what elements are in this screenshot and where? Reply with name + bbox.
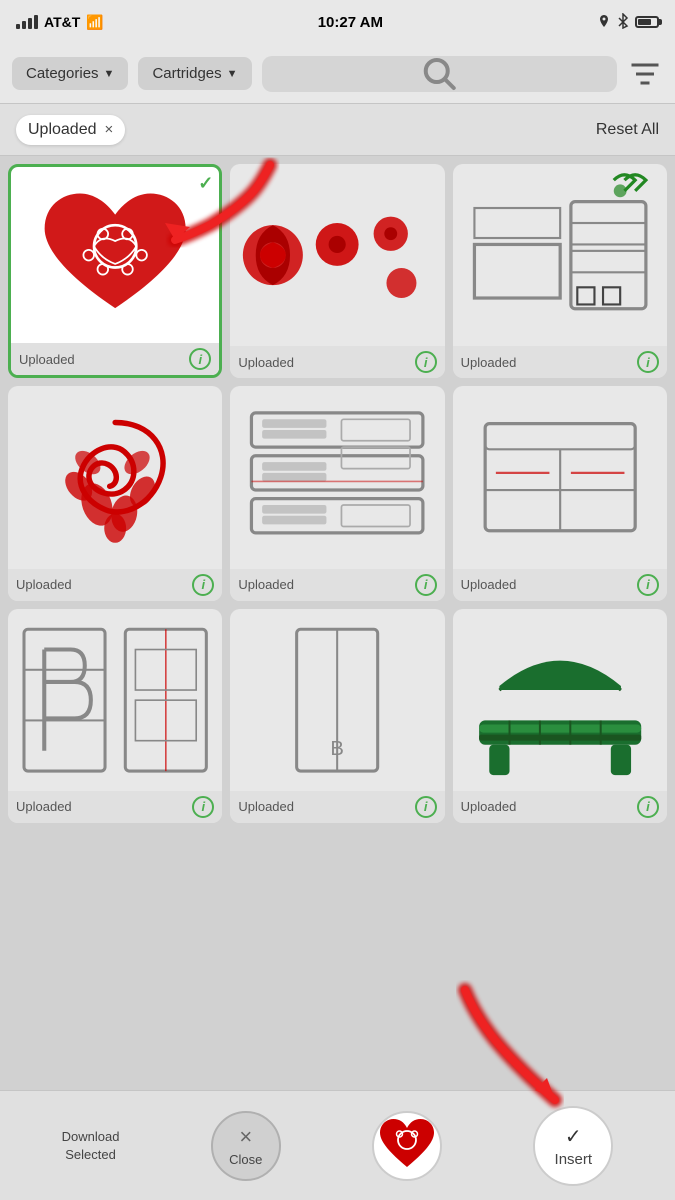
box-design-svg xyxy=(453,386,667,568)
download-label-1: Download xyxy=(62,1129,120,1144)
card-6-image xyxy=(453,386,667,568)
card-2-image xyxy=(230,164,444,346)
card-1-image: ✓ xyxy=(11,167,219,343)
nav-bar: Categories ▼ Cartridges ▼ xyxy=(0,44,675,104)
server-design-svg xyxy=(230,386,444,568)
close-label: Close xyxy=(229,1152,262,1167)
close-button[interactable]: × Close xyxy=(211,1111,281,1181)
status-right xyxy=(597,13,659,32)
card-7-label: Uploaded xyxy=(16,799,72,814)
card-3-info-button[interactable]: i xyxy=(637,351,659,373)
search-icon xyxy=(262,56,617,92)
card-6[interactable]: Uploaded i xyxy=(453,386,667,600)
heart-design-svg xyxy=(11,167,219,343)
vertical-line-svg: B xyxy=(230,609,444,791)
card-5-image xyxy=(230,386,444,568)
card-1-label: Uploaded xyxy=(19,352,75,367)
heart-preview-icon xyxy=(374,1113,440,1179)
card-4-info-button[interactable]: i xyxy=(192,574,214,596)
wifi-icon: 📶 xyxy=(86,14,103,31)
card-5-label: Uploaded xyxy=(238,577,294,592)
svg-text:B: B xyxy=(331,738,345,760)
insert-button[interactable]: ✓ Insert xyxy=(533,1106,613,1186)
card-1[interactable]: ✓ Uploaded i xyxy=(8,164,222,378)
status-left: AT&T 📶 xyxy=(16,14,104,31)
selected-checkmark: ✓ xyxy=(198,173,213,194)
card-4-label: Uploaded xyxy=(16,577,72,592)
close-symbol: × xyxy=(239,1124,252,1150)
filter-button[interactable] xyxy=(627,56,663,92)
download-label-2: Selected xyxy=(65,1147,116,1162)
insert-label: Insert xyxy=(555,1151,593,1168)
download-selected-button[interactable]: Download Selected xyxy=(62,1129,120,1162)
carrier-label: AT&T xyxy=(44,14,80,30)
card-6-footer: Uploaded i xyxy=(453,569,667,601)
battery xyxy=(635,16,659,28)
tent-design-svg xyxy=(453,609,667,791)
categories-button[interactable]: Categories ▼ xyxy=(12,57,128,90)
preview-heart-button[interactable] xyxy=(372,1111,442,1181)
card-6-info-button[interactable]: i xyxy=(637,574,659,596)
categories-label: Categories xyxy=(26,65,99,82)
card-7-footer: Uploaded i xyxy=(8,791,222,823)
card-9[interactable]: Uploaded i xyxy=(453,609,667,823)
card-1-info-button[interactable]: i xyxy=(189,348,211,370)
card-8-info-button[interactable]: i xyxy=(415,796,437,818)
cartridges-caret: ▼ xyxy=(227,68,238,80)
card-5-footer: Uploaded i xyxy=(230,569,444,601)
location-icon xyxy=(597,14,611,31)
card-3[interactable]: Uploaded i xyxy=(453,164,667,378)
status-bar: AT&T 📶 10:27 AM xyxy=(0,0,675,44)
filter-close-button[interactable]: × xyxy=(105,121,114,138)
scroll-area: ✓ Uploaded i xyxy=(0,156,675,1090)
bluetooth-icon xyxy=(617,13,629,32)
card-9-footer: Uploaded i xyxy=(453,791,667,823)
card-9-info-button[interactable]: i xyxy=(637,796,659,818)
card-3-image xyxy=(453,164,667,346)
card-4[interactable]: Uploaded i xyxy=(8,386,222,600)
card-grid: ✓ Uploaded i xyxy=(0,156,675,831)
card-8[interactable]: B Uploaded i xyxy=(230,609,444,823)
bottom-bar: Download Selected × Close ✓ Insert xyxy=(0,1090,675,1200)
filter-icon xyxy=(627,56,663,92)
swirl-design-svg xyxy=(8,386,222,568)
reset-all-button[interactable]: Reset All xyxy=(596,121,659,139)
filter-tag: Uploaded × xyxy=(16,115,125,145)
letter-box-svg xyxy=(8,609,222,791)
shelf-design-svg xyxy=(453,164,667,346)
status-time: 10:27 AM xyxy=(318,14,383,31)
card-3-label: Uploaded xyxy=(461,355,517,370)
card-9-label: Uploaded xyxy=(461,799,517,814)
categories-caret: ▼ xyxy=(104,68,115,80)
card-2-info-button[interactable]: i xyxy=(415,351,437,373)
card-4-image xyxy=(8,386,222,568)
card-8-footer: Uploaded i xyxy=(230,791,444,823)
cartridges-label: Cartridges xyxy=(152,65,221,82)
rosette-design-svg xyxy=(230,164,444,346)
card-2-label: Uploaded xyxy=(238,355,294,370)
card-4-footer: Uploaded i xyxy=(8,569,222,601)
card-8-label: Uploaded xyxy=(238,799,294,814)
card-2[interactable]: Uploaded i xyxy=(230,164,444,378)
card-7[interactable]: Uploaded i xyxy=(8,609,222,823)
card-9-image xyxy=(453,609,667,791)
card-7-image xyxy=(8,609,222,791)
card-3-footer: Uploaded i xyxy=(453,346,667,378)
search-input[interactable] xyxy=(262,56,617,92)
card-5[interactable]: Uploaded i xyxy=(230,386,444,600)
signal-bars xyxy=(16,15,38,29)
card-8-image: B xyxy=(230,609,444,791)
filter-bar: Uploaded × Reset All xyxy=(0,104,675,156)
card-6-label: Uploaded xyxy=(461,577,517,592)
card-2-footer: Uploaded i xyxy=(230,346,444,378)
card-5-info-button[interactable]: i xyxy=(415,574,437,596)
insert-check-symbol: ✓ xyxy=(565,1124,582,1149)
filter-tag-label: Uploaded xyxy=(28,121,97,139)
cartridges-button[interactable]: Cartridges ▼ xyxy=(138,57,251,90)
card-7-info-button[interactable]: i xyxy=(192,796,214,818)
card-1-footer: Uploaded i xyxy=(11,343,219,375)
